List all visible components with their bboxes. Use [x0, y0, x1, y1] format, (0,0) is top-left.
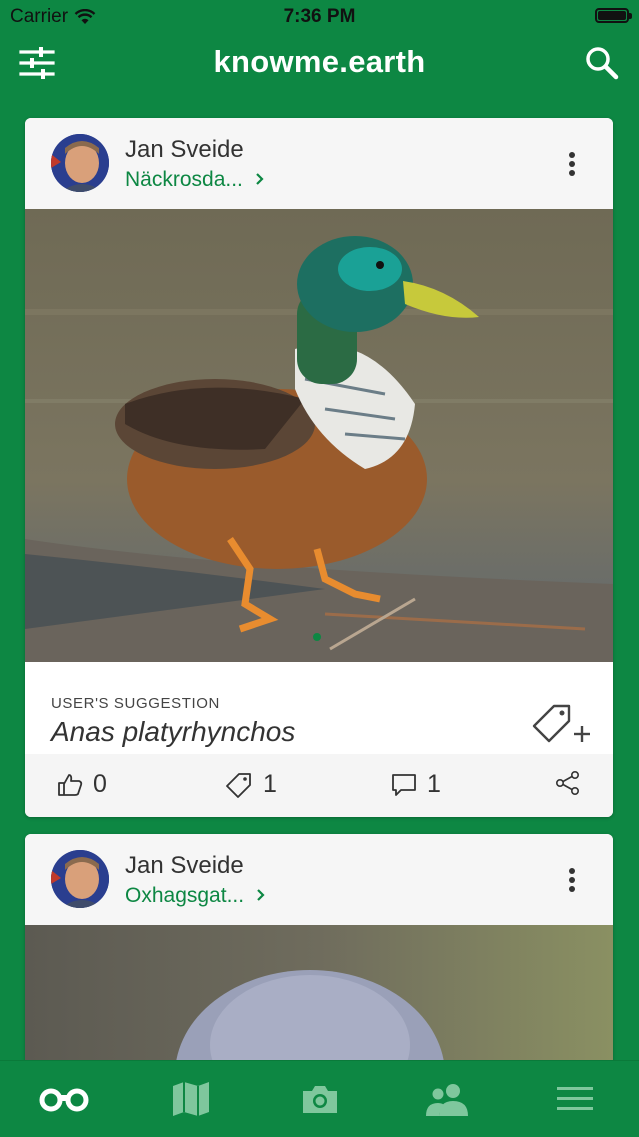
share-button[interactable] [555, 770, 581, 796]
location-link[interactable]: Näckrosda... [125, 168, 265, 192]
share-icon [555, 770, 579, 795]
avatar[interactable] [51, 134, 109, 192]
species-name[interactable]: Anas platyrhynchos [51, 716, 295, 748]
map-icon [173, 1082, 209, 1116]
post-card[interactable]: Jan Sveide Näckrosda... USER'S SUGGESTIO… [25, 118, 613, 817]
tab-explore[interactable] [34, 1079, 94, 1119]
author-name[interactable]: Jan Sveide [125, 852, 244, 880]
tab-camera[interactable] [290, 1079, 350, 1119]
post-actions: 0 1 1 [25, 754, 613, 817]
people-icon [426, 1084, 468, 1116]
tags-button[interactable]: 1 [225, 770, 277, 799]
tag-count: 1 [263, 770, 277, 798]
search-icon [586, 47, 619, 80]
post-header: Jan Sveide Oxhagsgat... [25, 834, 613, 925]
menu-icon [557, 1087, 593, 1110]
chevron-right-icon [257, 889, 265, 901]
location-label: Oxhagsgat... [125, 884, 245, 907]
tab-bar [0, 1060, 639, 1137]
navigation-bar: knowme.earth [0, 34, 639, 92]
post-header: Jan Sveide Näckrosda... [25, 118, 613, 209]
comment-count: 1 [427, 770, 441, 798]
status-bar: Carrier 7:36 PM [0, 0, 639, 34]
tab-people[interactable] [417, 1079, 477, 1119]
tag-icon [226, 772, 251, 798]
like-count: 0 [93, 770, 107, 798]
like-button[interactable]: 0 [57, 770, 107, 799]
tab-map[interactable] [161, 1079, 221, 1119]
tab-menu[interactable] [545, 1079, 605, 1119]
clock: 7:36 PM [283, 6, 356, 27]
suggestion-label: USER'S SUGGESTION [51, 695, 220, 712]
binoculars-icon [39, 1088, 89, 1112]
observation-photo[interactable] [25, 925, 613, 1074]
tag-add-icon [532, 704, 590, 743]
comment-icon [392, 773, 416, 796]
battery-icon [595, 8, 632, 23]
comments-button[interactable]: 1 [391, 770, 441, 799]
app-title: knowme.earth [213, 44, 426, 79]
more-options-icon[interactable] [569, 152, 575, 176]
duck-photo [25, 209, 613, 662]
search-button[interactable] [581, 42, 623, 84]
avatar[interactable] [51, 850, 109, 908]
post-card[interactable]: Jan Sveide Oxhagsgat... [25, 834, 613, 1074]
location-link[interactable]: Oxhagsgat... [125, 884, 266, 908]
suggestion-section: USER'S SUGGESTION Anas platyrhynchos [25, 662, 613, 754]
author-name[interactable]: Jan Sveide [125, 136, 244, 164]
more-options-icon[interactable] [569, 868, 575, 892]
bird-photo [25, 925, 613, 1074]
location-label: Näckrosda... [125, 168, 243, 191]
chevron-right-icon [255, 173, 264, 185]
observation-photo[interactable] [25, 209, 613, 662]
camera-icon [303, 1086, 337, 1113]
thumbs-up-icon [58, 773, 83, 796]
add-tag-button[interactable] [529, 702, 591, 753]
